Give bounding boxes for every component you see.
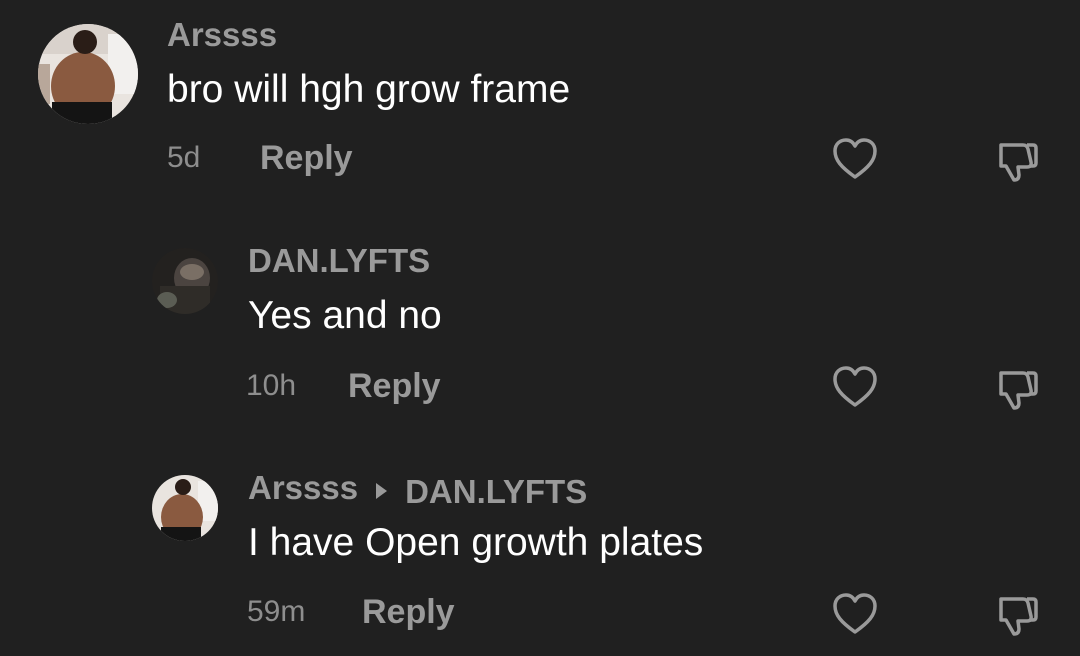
reply-item: DAN.LYFTS Yes and no 10h Reply <box>0 220 1080 440</box>
thumbs-down-icon <box>999 371 1038 410</box>
comment-username[interactable]: DAN.LYFTS <box>248 244 430 277</box>
comment-item: Arssss bro will hgh grow frame 5d Reply <box>0 0 1080 220</box>
avatar[interactable] <box>152 475 218 541</box>
reply-button[interactable]: Reply <box>260 141 353 175</box>
like-button[interactable] <box>830 589 880 639</box>
comment-username[interactable]: Arssss <box>167 18 277 51</box>
comment-username: Arssss DAN.LYFTS <box>248 471 587 508</box>
comment-text: bro will hgh grow frame <box>167 68 571 111</box>
thumbs-down-icon <box>999 597 1038 636</box>
reply-button[interactable]: Reply <box>348 369 441 403</box>
comment-text: Yes and no <box>248 294 442 337</box>
heart-icon <box>833 593 877 634</box>
like-button[interactable] <box>830 362 880 412</box>
heart-icon <box>833 138 877 179</box>
avatar[interactable] <box>38 24 138 124</box>
heart-icon <box>833 366 877 407</box>
caret-right-icon <box>376 483 388 499</box>
comment-timestamp: 5d <box>167 141 201 174</box>
like-button[interactable] <box>830 134 880 184</box>
avatar[interactable] <box>152 248 218 314</box>
comment-timestamp: 10h <box>246 369 297 402</box>
comment-timestamp: 59m <box>247 595 306 628</box>
thumbs-down-icon <box>999 143 1038 182</box>
reply-author[interactable]: Arssss <box>248 469 358 506</box>
comment-text: I have Open growth plates <box>248 521 704 564</box>
dislike-button[interactable] <box>993 136 1043 186</box>
reply-to-username[interactable]: DAN.LYFTS <box>405 475 587 508</box>
reply-button[interactable]: Reply <box>362 595 455 629</box>
dislike-button[interactable] <box>993 364 1043 414</box>
dislike-button[interactable] <box>993 590 1043 640</box>
reply-item: Arssss DAN.LYFTS I have Open growth plate… <box>0 440 1080 656</box>
